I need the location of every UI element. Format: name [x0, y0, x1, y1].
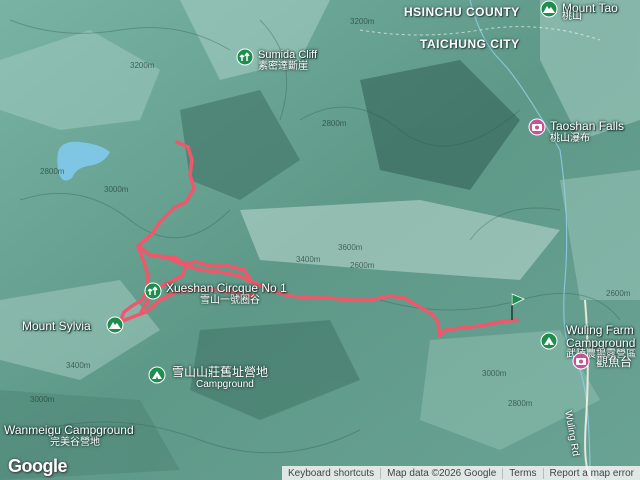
terrain-map[interactable]: HSINCHU COUNTY TAICHUNG CITY 2800m 3000m… — [0, 0, 640, 480]
terms-link[interactable]: Terms — [502, 467, 542, 479]
contour-label: 3200m — [130, 61, 155, 70]
poi-label-zh: 完美谷營地 — [50, 437, 100, 448]
county-label-taichung: TAICHUNG CITY — [420, 37, 520, 51]
park-icon — [236, 48, 254, 66]
contour-label: 2800m — [508, 399, 533, 408]
mountain-icon — [540, 0, 558, 18]
mountain-icon — [106, 316, 124, 334]
keyboard-shortcuts-link[interactable]: Keyboard shortcuts — [282, 468, 380, 479]
poi-label: Wuling Farm Campground — [566, 323, 636, 350]
contour-label: 2800m — [322, 119, 347, 128]
poi-label-zh: 桃山瀑布 — [550, 133, 590, 144]
contour-label: 3000m — [30, 395, 55, 404]
camera-icon — [528, 118, 546, 136]
park-icon — [144, 282, 162, 300]
contour-label: 2800m — [40, 167, 65, 176]
contour-label: 3000m — [482, 369, 507, 378]
report-error-link[interactable]: Report a map error — [542, 467, 640, 479]
poi-label: Xueshan Circque No 1 — [166, 281, 287, 295]
poi-label: Sumida Cliff — [258, 49, 318, 61]
map-footer: Keyboard shortcuts Map data ©2026 Google… — [281, 466, 640, 480]
poi-label-zh: 素密達斷崖 — [258, 61, 308, 72]
google-logo: Google — [8, 456, 68, 476]
poi-label-zh: 觀魚台 — [596, 355, 633, 369]
poi-label-zh: 雪山一號圈谷 — [200, 295, 260, 306]
poi-label-zh: 雪山山莊舊址營地 — [172, 365, 269, 379]
poi-label: Taoshan Falls — [550, 119, 625, 133]
poi-label: Wanmeigu Campground — [4, 423, 134, 437]
flag-icon[interactable] — [508, 292, 526, 322]
contour-label: 2600m — [350, 261, 375, 270]
contour-label: 3000m — [104, 185, 129, 194]
tent-icon — [540, 332, 558, 350]
contour-label: 3600m — [338, 243, 363, 252]
camera-icon — [572, 352, 590, 370]
contour-label: 2600m — [606, 289, 631, 298]
terrain-layer — [0, 0, 640, 480]
map-data-attribution: Map data ©2026 Google — [380, 467, 502, 479]
county-label-hsinchu: HSINCHU COUNTY — [404, 5, 520, 19]
contour-label: 3400m — [66, 361, 91, 370]
contour-label: 3400m — [296, 255, 321, 264]
poi-label-zh: 桃山 — [562, 11, 582, 22]
poi-label: Mount Sylvia — [22, 319, 91, 333]
tent-icon — [148, 366, 166, 384]
contour-label: 3200m — [350, 17, 375, 26]
poi-label-sub: Campground — [196, 379, 254, 390]
